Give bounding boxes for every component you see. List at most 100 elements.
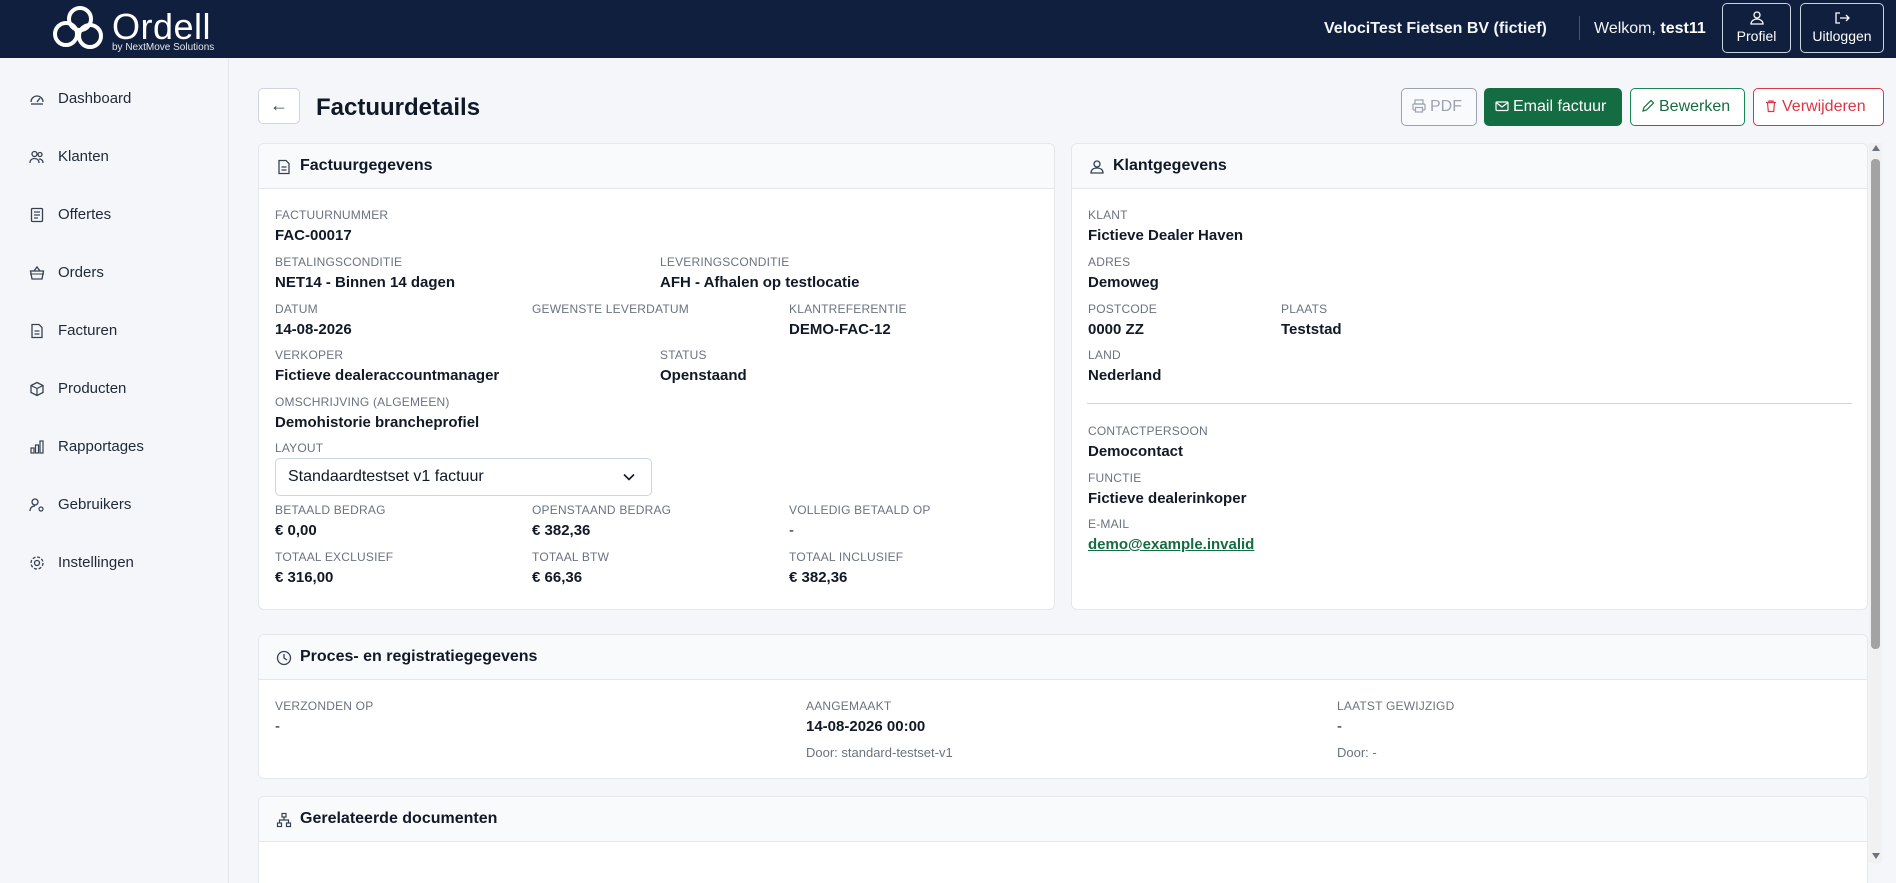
pencil-icon — [1642, 99, 1655, 112]
app-logo[interactable]: Ordell by NextMove Solutions — [46, 4, 246, 54]
sidebar-item-producten[interactable]: Producten — [0, 369, 229, 409]
user-icon — [1749, 11, 1764, 25]
pdf-label: PDF — [1430, 98, 1462, 115]
email-invoice-button[interactable]: Email factuur — [1484, 88, 1622, 126]
email-link[interactable]: demo@example.invalid — [1088, 536, 1254, 553]
sidebar-item-dashboard[interactable]: Dashboard — [0, 79, 229, 119]
sidebar-item-facturen[interactable]: Facturen — [0, 311, 229, 351]
sidebar-item-label: Gebruikers — [58, 496, 132, 513]
status-label: Status — [660, 348, 707, 362]
sidebar-item-instellingen[interactable]: Instellingen — [0, 543, 229, 583]
layout-label: Layout — [275, 441, 324, 455]
total-vat-value: € 66,36 — [532, 569, 583, 586]
printer-icon — [1412, 99, 1426, 113]
sidebar-item-label: Facturen — [58, 322, 118, 339]
fully-paid-on-label: Volledig betaald op — [789, 503, 931, 517]
created-by: Door: standard-testset-v1 — [806, 745, 953, 760]
sidebar-item-label: Rapportages — [58, 438, 144, 455]
edit-label: Bewerken — [1659, 98, 1731, 115]
delete-label: Verwijderen — [1782, 98, 1866, 115]
card-header: Klantgegevens — [1072, 144, 1867, 189]
profile-button[interactable]: Profiel — [1722, 3, 1791, 53]
last-modified-by: Door: - — [1337, 745, 1377, 760]
sidebar-item-label: Dashboard — [58, 90, 132, 107]
sent-on-label: Verzonden op — [275, 699, 374, 713]
payment-condition-label: Betalingsconditie — [275, 255, 403, 269]
payment-condition-value: NET14 - Binnen 14 dagen — [275, 274, 456, 291]
city-value: Teststad — [1281, 321, 1342, 338]
back-button[interactable]: ← — [258, 88, 300, 124]
sidebar-item-label: Offertes — [58, 206, 112, 223]
sidebar-item-klanten[interactable]: Klanten — [0, 137, 229, 177]
scroll-down-arrow-icon[interactable] — [1872, 853, 1880, 859]
main-scrollbar[interactable] — [1869, 143, 1882, 863]
section-divider — [1087, 403, 1852, 404]
email-label: E-mail — [1088, 517, 1130, 531]
country-value: Nederland — [1088, 367, 1162, 384]
welcome-text: Welkom, test11 — [1594, 20, 1706, 38]
related-documents-card: Gerelateerde documenten — [258, 796, 1868, 883]
user-gear-icon — [29, 498, 44, 512]
card-header: Gerelateerde documenten — [259, 797, 1867, 842]
top-navbar: Ordell by NextMove Solutions VelociTest … — [0, 0, 1896, 58]
welcome-prefix: Welkom, — [1594, 20, 1656, 37]
customer-reference-value: DEMO-FAC-12 — [789, 321, 891, 338]
function-label: Functie — [1088, 471, 1142, 485]
dashboard-icon — [30, 95, 44, 105]
company-name: VelociTest Fietsen BV (fictief) — [1324, 20, 1547, 37]
address-label: Adres — [1088, 255, 1131, 269]
description-value: Demohistorie brancheprofiel — [275, 414, 480, 431]
customer-label: Klant — [1088, 208, 1128, 222]
function-value: Fictieve dealerinkoper — [1088, 490, 1247, 507]
date-value: 14-08-2026 — [275, 321, 352, 338]
logout-label: Uitloggen — [1812, 28, 1872, 44]
scroll-up-arrow-icon[interactable] — [1872, 145, 1880, 151]
layout-select-value: Standaardtestset v1 factuur — [288, 468, 484, 485]
sidebar-item-label: Orders — [58, 264, 104, 281]
card-header: Factuurgegevens — [259, 144, 1054, 189]
username: test11 — [1660, 20, 1706, 37]
edit-button[interactable]: Bewerken — [1630, 88, 1745, 126]
sidebar: Dashboard Klanten Offertes Orders Factur… — [0, 58, 229, 883]
logout-icon — [1835, 12, 1850, 24]
total-vat-label: Totaal BTW — [532, 550, 610, 564]
total-excl-value: € 316,00 — [275, 569, 334, 586]
sidebar-item-offertes[interactable]: Offertes — [0, 195, 229, 235]
total-excl-label: Totaal exclusief — [275, 550, 394, 564]
delivery-condition-label: Leveringsconditie — [660, 255, 790, 269]
box-icon — [30, 381, 44, 397]
address-value: Demoweg — [1088, 274, 1159, 291]
desired-delivery-date-label: Gewenste leverdatum — [532, 302, 689, 316]
card-header: Proces- en registratiegegevens — [259, 635, 1867, 680]
gear-icon — [30, 556, 44, 570]
logout-button[interactable]: Uitloggen — [1800, 3, 1884, 53]
trash-icon — [1766, 100, 1776, 113]
invoice-number-label: Factuurnummer — [275, 208, 389, 222]
process-registration-card: Proces- en registratiegegevens Verzonden… — [258, 634, 1868, 779]
invoice-details-card: Factuurgegevens Factuurnummer FAC-00017 … — [258, 143, 1055, 610]
delivery-condition-value: AFH - Afhalen op testlocatie — [660, 274, 860, 291]
paid-amount-label: Betaald bedrag — [275, 503, 386, 517]
delete-button[interactable]: Verwijderen — [1753, 88, 1884, 126]
contact-person-label: Contactpersoon — [1088, 424, 1208, 438]
person-icon — [1090, 160, 1104, 174]
last-modified-label: Laatst gewijzigd — [1337, 699, 1455, 713]
status-value: Openstaand — [660, 367, 747, 384]
total-incl-label: Totaal inclusief — [789, 550, 904, 564]
invoice-number-value: FAC-00017 — [275, 227, 352, 244]
created-value: 14-08-2026 00:00 — [806, 718, 926, 735]
sidebar-item-rapportages[interactable]: Rapportages — [0, 427, 229, 467]
postcode-label: Postcode — [1088, 302, 1157, 316]
document-icon — [278, 159, 290, 175]
chevron-down-icon — [623, 473, 635, 481]
pdf-button[interactable]: PDF — [1401, 88, 1477, 126]
sidebar-item-gebruikers[interactable]: Gebruikers — [0, 485, 229, 525]
fully-paid-on-value: - — [789, 522, 794, 539]
date-label: Datum — [275, 302, 318, 316]
layout-select[interactable]: Standaardtestset v1 factuur — [275, 458, 652, 496]
card-title: Proces- en registratiegegevens — [300, 648, 538, 665]
postcode-value: 0000 ZZ — [1088, 321, 1144, 338]
users-icon — [29, 150, 44, 164]
sidebar-item-orders[interactable]: Orders — [0, 253, 229, 293]
scrollbar-thumb[interactable] — [1871, 159, 1880, 649]
